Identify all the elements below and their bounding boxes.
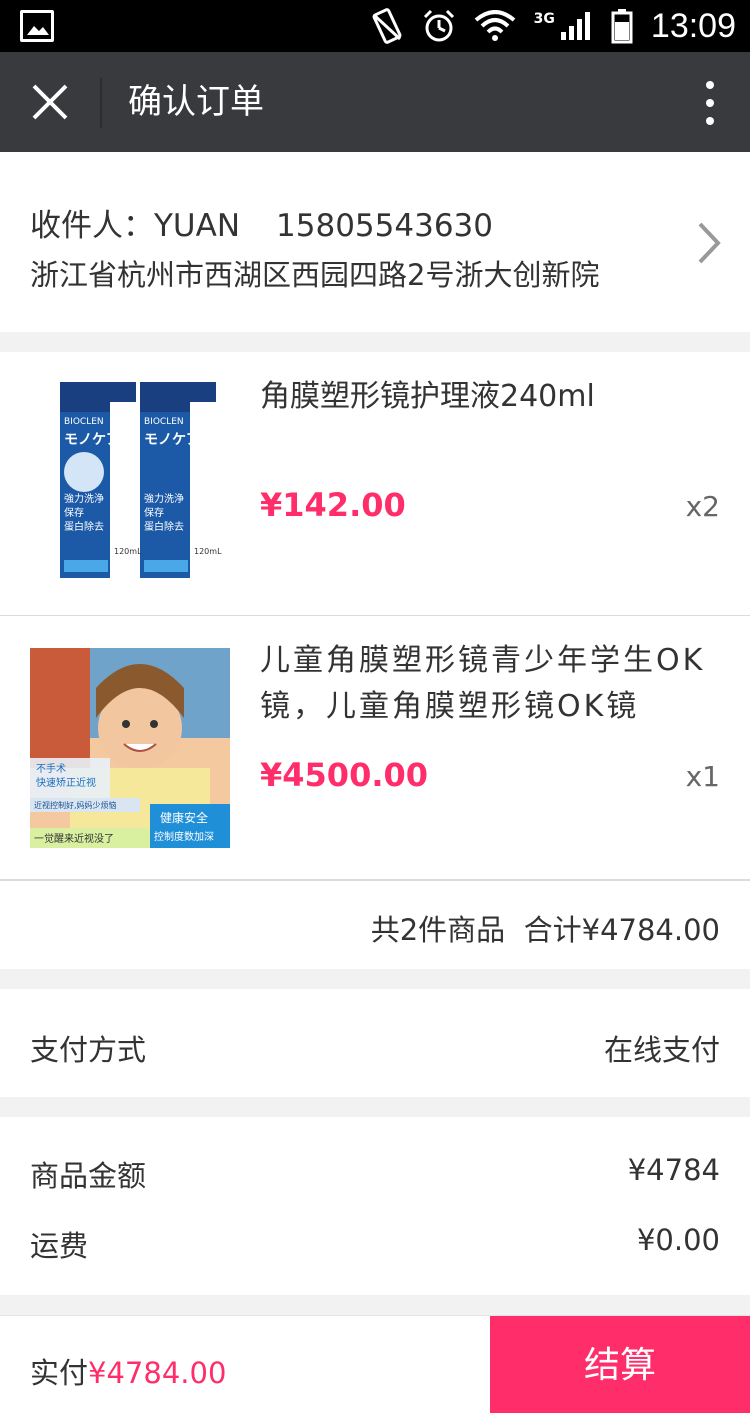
svg-text:快速矫正近视: 快速矫正近视 — [36, 776, 96, 789]
svg-text:一觉醒来近视没了: 一觉醒来近视没了 — [34, 832, 114, 845]
svg-text:近视控制好,妈妈少烦恼: 近视控制好,妈妈少烦恼 — [34, 800, 117, 810]
total-amount: ¥4784.00 — [88, 1356, 227, 1390]
payment-method-label: 支付方式 — [30, 1033, 147, 1067]
list-item[interactable]: 不手术 快速矫正近视 近视控制好,妈妈少烦恼 一觉醒来近视没了 健康安全 控制度… — [0, 616, 750, 880]
product-quantity: x1 — [685, 760, 720, 793]
product-quantity: x2 — [685, 490, 720, 523]
total-payable: 实付¥4784.00 — [30, 1350, 226, 1392]
title-divider — [100, 78, 102, 128]
svg-text:蛋白除去: 蛋白除去 — [64, 520, 104, 533]
address-card[interactable]: 收件人：YUAN 15805543630 浙江省杭州市西湖区西园四路2号浙大创新院 — [0, 152, 750, 332]
svg-text:強力洗浄: 強力洗浄 — [144, 492, 184, 505]
bottom-bar: 实付¥4784.00 结算 — [0, 1315, 750, 1413]
close-button[interactable] — [28, 80, 72, 124]
payment-method-value: 在线支付 — [603, 1033, 720, 1067]
svg-text:モノケア: モノケア — [64, 432, 120, 448]
svg-text:120mL: 120mL — [194, 547, 222, 556]
product-image: BIOCLEN BIOCLEN モノケア モノケア 強力洗浄 強力洗浄 保存 保… — [30, 382, 230, 582]
recipient-phone: 15805543630 — [276, 208, 493, 244]
product-title: 角膜塑形镜护理液240ml — [260, 379, 595, 414]
product-image: 不手术 快速矫正近视 近视控制好,妈妈少烦恼 一觉醒来近视没了 健康安全 控制度… — [30, 648, 230, 848]
page-title: 确认订单 — [128, 82, 264, 122]
checkout-button[interactable]: 结算 — [490, 1316, 750, 1413]
svg-text:強力洗浄: 強力洗浄 — [64, 492, 104, 505]
image-notification-icon — [20, 10, 54, 42]
goods-list: BIOCLEN BIOCLEN モノケア モノケア 強力洗浄 強力洗浄 保存 保… — [0, 352, 750, 969]
shipping-value: ¥0.00 — [636, 1223, 720, 1257]
list-item[interactable]: BIOCLEN BIOCLEN モノケア モノケア 強力洗浄 強力洗浄 保存 保… — [0, 352, 750, 616]
svg-text:保存: 保存 — [64, 506, 84, 519]
close-icon — [32, 84, 68, 120]
recipient-name: 收件人：YUAN — [30, 208, 241, 244]
payment-method-row[interactable]: 支付方式 在线支付 — [0, 989, 750, 1097]
recipient-line: 收件人：YUAN 15805543630 — [30, 200, 493, 245]
title-bar: 确认订单 — [0, 52, 750, 152]
wifi-icon — [474, 10, 515, 41]
svg-text:120mL: 120mL — [114, 547, 142, 556]
total-label: 实付 — [30, 1356, 89, 1390]
network-type: 3G — [533, 11, 555, 27]
amounts-section: 商品金额 ¥4784 运费 ¥0.00 — [0, 1117, 750, 1295]
signal-icon — [560, 12, 590, 40]
status-time: 13:09 — [650, 6, 736, 45]
product-title: 儿童角膜塑形镜青少年学生OK镜，儿童角膜塑形镜OK镜 — [260, 643, 706, 724]
svg-text:蛋白除去: 蛋白除去 — [144, 520, 184, 533]
product-price: ¥142.00 — [260, 486, 406, 524]
chevron-right-icon — [698, 222, 721, 264]
svg-text:控制度数加深: 控制度数加深 — [154, 830, 214, 843]
svg-text:保存: 保存 — [144, 506, 164, 519]
order-summary: 共2件商品 合计¥4784.00 — [0, 880, 750, 969]
status-bar: 3G 13:09 — [0, 0, 750, 52]
summary-text: 共2件商品 合计¥4784.00 — [370, 913, 720, 947]
svg-text:BIOCLEN: BIOCLEN — [144, 417, 184, 427]
svg-text:健康安全: 健康安全 — [160, 810, 208, 825]
vibrate-icon — [372, 8, 402, 44]
recipient-address: 浙江省杭州市西湖区西园四路2号浙大创新院 — [30, 258, 600, 292]
goods-amount-label: 商品金额 — [30, 1159, 147, 1193]
battery-icon — [611, 9, 633, 44]
svg-text:BIOCLEN: BIOCLEN — [64, 417, 104, 427]
alarm-icon — [423, 9, 454, 42]
shipping-label: 运费 — [30, 1229, 89, 1263]
more-vertical-icon — [706, 81, 714, 125]
status-icons: 3G 13:09 — [370, 0, 736, 52]
more-button[interactable] — [700, 78, 720, 128]
product-price: ¥4500.00 — [260, 756, 429, 794]
svg-text:不手术: 不手术 — [36, 762, 66, 775]
svg-text:モノケア: モノケア — [144, 432, 200, 448]
goods-amount-value: ¥4784 — [627, 1153, 720, 1187]
